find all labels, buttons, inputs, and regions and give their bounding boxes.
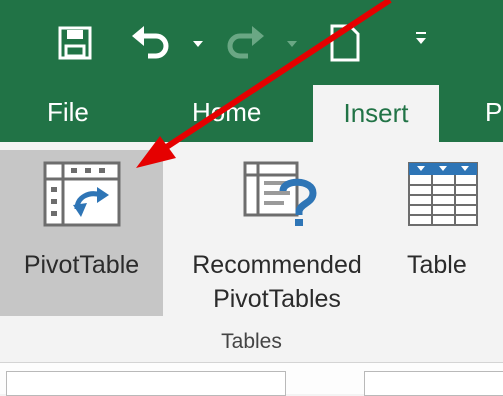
tab-file[interactable]: File <box>47 82 89 142</box>
table-label: Table <box>407 251 467 279</box>
recommended-label-line2: PivotTables <box>213 285 341 313</box>
customize-qat-icon[interactable] <box>415 32 427 51</box>
pivottable-icon <box>43 161 121 236</box>
recommended-label-line1: Recommended <box>192 251 362 279</box>
table-button[interactable]: Table <box>391 150 503 316</box>
save-icon[interactable] <box>58 26 92 65</box>
recommended-pivottables-button[interactable]: Recommended PivotTables <box>163 150 391 316</box>
tab-home[interactable]: Home <box>192 82 261 142</box>
name-box[interactable] <box>6 371 286 396</box>
undo-icon[interactable] <box>130 26 170 65</box>
tab-page-layout[interactable]: Pa <box>485 82 503 142</box>
recommended-pivottables-icon <box>243 161 317 236</box>
redo-icon <box>226 26 266 65</box>
ribbon-tabs: File Home Insert Pa <box>0 82 503 142</box>
formula-input[interactable] <box>364 371 503 396</box>
pivottable-label: PivotTable <box>23 251 140 279</box>
table-icon <box>407 161 479 236</box>
ribbon-insert-panel: PivotTable Recommended PivotTables Table… <box>0 142 503 362</box>
formula-bar-area <box>0 362 503 396</box>
redo-dropdown-icon <box>287 36 297 54</box>
quick-access-toolbar <box>0 0 503 82</box>
undo-dropdown-icon[interactable] <box>193 36 203 54</box>
pivottable-button[interactable]: PivotTable <box>0 150 163 316</box>
tab-insert[interactable]: Insert <box>313 85 439 142</box>
tables-group-label: Tables <box>221 330 282 353</box>
new-document-icon[interactable] <box>330 24 360 67</box>
